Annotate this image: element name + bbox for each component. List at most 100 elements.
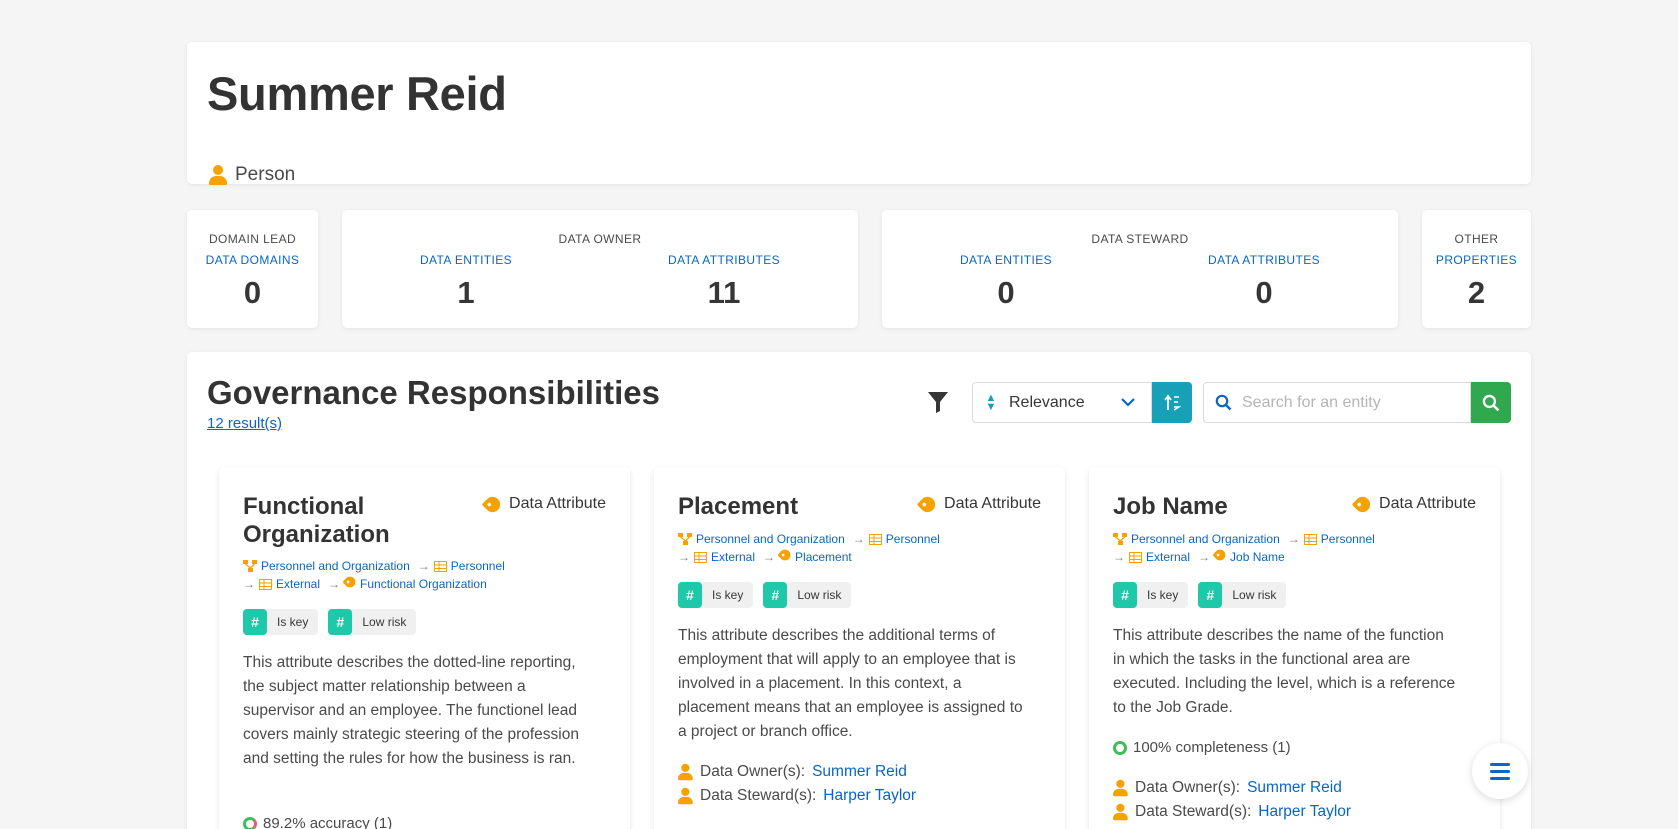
steward-label: Data Steward(s): [1135, 803, 1252, 820]
entity-card[interactable]: Placement Data Attribute Personnel and O… [654, 467, 1065, 829]
tag-badge[interactable]: # Low risk [1198, 582, 1287, 608]
table-icon [1303, 534, 1317, 545]
breadcrumb-link[interactable]: Personnel [451, 559, 505, 573]
breadcrumb-link[interactable]: Functional Organization [360, 577, 487, 591]
stat-domain-lead: Domain Lead Data Domains 0 [187, 210, 318, 328]
table-icon [433, 561, 447, 572]
tag-icon [481, 493, 504, 515]
menu-button[interactable] [1472, 743, 1528, 799]
hash-icon: # [1198, 582, 1223, 608]
data-owner-row: Data Owner(s): Summer Reid [678, 760, 916, 784]
owner-label: Data Owner(s): [1135, 779, 1241, 796]
breadcrumb-link[interactable]: Job Name [1230, 550, 1285, 564]
search-input[interactable] [1242, 393, 1470, 412]
tag-label: Low risk [1232, 588, 1277, 602]
stat-group-label: Data Owner [558, 232, 642, 246]
sort-select[interactable]: ▲ ▼ Relevance [972, 382, 1152, 423]
chevron-down-icon [1121, 394, 1151, 411]
owner-label: Data Owner(s): [700, 763, 806, 780]
stat-data-domains[interactable]: Data Domains 0 [206, 253, 300, 311]
entity-card[interactable]: Job Name Data Attribute Personnel and Or… [1089, 467, 1500, 829]
breadcrumb-link[interactable]: Personnel and Organization [261, 559, 410, 573]
stat-label[interactable]: Data Domains [206, 253, 300, 267]
tag-icon [1212, 547, 1228, 563]
owner-link[interactable]: Summer Reid [812, 760, 907, 784]
card-type-label: Data Attribute [509, 495, 606, 512]
domain-icon [243, 560, 257, 572]
stat-group-label: Domain Lead [208, 232, 297, 246]
card-type-label: Data Attribute [944, 495, 1041, 512]
card-description: This attribute describes the dotted-line… [243, 654, 579, 767]
stat-owner-attributes[interactable]: Data Attributes 11 [668, 253, 780, 311]
card-type-label: Data Attribute [1379, 495, 1476, 512]
breadcrumb-link[interactable]: Personnel and Organization [1131, 532, 1280, 546]
sort-direction-button[interactable] [1152, 382, 1192, 423]
stat-properties[interactable]: Properties 2 [1436, 253, 1517, 311]
breadcrumb-link[interactable]: Placement [795, 550, 852, 564]
breadcrumb-link[interactable]: Personnel [1321, 532, 1375, 546]
stat-label[interactable]: Data Attributes [1208, 253, 1320, 267]
stat-value: 0 [243, 275, 262, 310]
person-icon [1113, 779, 1128, 797]
tag-icon [777, 547, 793, 563]
breadcrumb-link[interactable]: Personnel [886, 532, 940, 546]
data-steward-row: Data Steward(s): Harper Taylor [1113, 800, 1351, 824]
stat-steward-attributes[interactable]: Data Attributes 0 [1208, 253, 1320, 311]
tag-badge[interactable]: # Is key [678, 582, 754, 608]
owner-link[interactable]: Summer Reid [1247, 776, 1342, 800]
card-title[interactable]: Placement [678, 493, 898, 521]
entity-type: Person [209, 164, 295, 186]
search-icon [1482, 394, 1500, 411]
data-owner-row: Data Owner(s): Summer Reid [1113, 776, 1351, 800]
tag-badge[interactable]: # Is key [243, 609, 319, 635]
tag-badge[interactable]: # Low risk [763, 582, 852, 608]
stat-value: 1 [457, 275, 475, 310]
steward-link[interactable]: Harper Taylor [823, 784, 916, 808]
tag-label: Is key [712, 588, 744, 602]
stat-owner-entities[interactable]: Data Entities 1 [420, 253, 512, 311]
person-icon [1113, 803, 1128, 821]
table-icon [259, 579, 272, 590]
entity-card[interactable]: Functional Organization Data Attribute P… [219, 467, 630, 829]
breadcrumb-link[interactable]: External [1146, 550, 1190, 564]
steward-label: Data Steward(s): [700, 787, 817, 804]
tag-label: Is key [277, 615, 309, 629]
tag-icon [916, 493, 939, 515]
card-description: This attribute describes the additional … [678, 627, 1023, 740]
breadcrumb: Personnel and Organization → Personnel → Ext… [243, 559, 505, 591]
breadcrumb-link[interactable]: External [276, 577, 320, 591]
domain-icon [1113, 533, 1127, 545]
breadcrumb-link[interactable]: Personnel and Organization [696, 532, 845, 546]
stat-label[interactable]: Data Entities [420, 253, 512, 267]
metric-label: 89.2% accuracy (1) [263, 815, 393, 829]
card-type: Data Attribute [1351, 493, 1476, 515]
domain-icon [678, 533, 692, 545]
stat-label[interactable]: Data Attributes [668, 253, 780, 267]
sort-ascending-icon [1164, 394, 1181, 411]
stat-steward-entities[interactable]: Data Entities 0 [960, 253, 1052, 311]
card-title[interactable]: Job Name [1113, 493, 1333, 521]
breadcrumb-link[interactable]: External [711, 550, 755, 564]
tag-badge[interactable]: # Low risk [328, 609, 417, 635]
steward-link[interactable]: Harper Taylor [1258, 800, 1351, 824]
completeness-ring-icon [1113, 740, 1127, 755]
card-description: This attribute describes the name of the… [1113, 627, 1456, 716]
hash-icon: # [763, 582, 788, 608]
filter-icon[interactable] [927, 390, 949, 414]
search-button[interactable] [1471, 382, 1511, 423]
card-title[interactable]: Functional Organization [243, 493, 463, 549]
stat-label[interactable]: Data Entities [960, 253, 1052, 267]
results-count-link[interactable]: 12 result(s) [207, 415, 282, 432]
stat-value: 11 [707, 275, 741, 310]
stat-data-owner: Data Owner Data Entities 1 Data Attribut… [342, 210, 858, 328]
stat-label[interactable]: Properties [1436, 253, 1517, 267]
card-people: Data Owner(s): Summer Reid Data Steward(… [1113, 776, 1351, 824]
tag-badge[interactable]: # Is key [1113, 582, 1189, 608]
hash-icon: # [678, 582, 702, 608]
section-title: Governance Responsibilities [207, 374, 660, 411]
tag-list: # Is key # Low risk [1113, 582, 1287, 608]
search-field[interactable] [1203, 382, 1471, 423]
sort-updown-icon: ▲ ▼ [985, 391, 997, 413]
metric-label: 100% completeness (1) [1133, 739, 1291, 756]
hash-icon: # [328, 609, 353, 635]
